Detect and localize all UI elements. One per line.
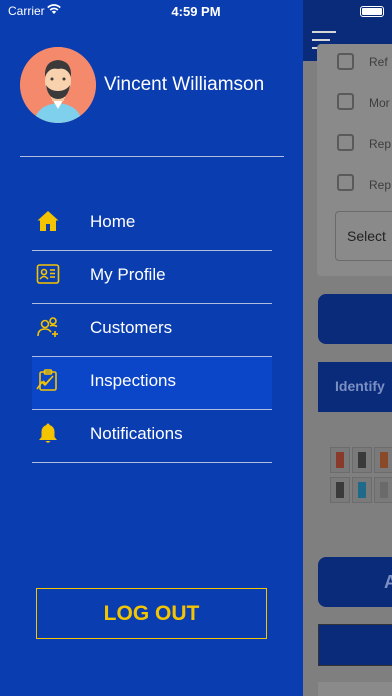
background-bottom-card bbox=[318, 682, 392, 696]
menu-item-customers[interactable]: Customers bbox=[32, 304, 272, 357]
status-bar: Carrier 4:59 PM bbox=[0, 0, 392, 22]
user-avatar-icon bbox=[20, 47, 96, 123]
menu-item-home[interactable]: Home bbox=[32, 198, 272, 251]
menu-item-label: Home bbox=[90, 212, 136, 231]
background-big-button-label: A bbox=[384, 572, 392, 592]
background-photo-grid bbox=[326, 447, 392, 503]
menu-item-label: Notifications bbox=[90, 424, 183, 443]
customers-icon bbox=[37, 317, 58, 337]
clock: 4:59 PM bbox=[171, 4, 221, 19]
menu-item-notifications[interactable]: Notifications bbox=[32, 410, 272, 463]
menu-item-my-profile[interactable]: My Profile bbox=[32, 251, 272, 304]
background-checkbox[interactable] bbox=[337, 93, 354, 110]
profile-card-icon bbox=[36, 264, 60, 284]
background-checkbox-label: Ref bbox=[369, 55, 388, 69]
inspections-icon bbox=[36, 369, 57, 391]
background-button[interactable] bbox=[318, 294, 392, 344]
battery-icon bbox=[360, 6, 384, 17]
user-name: Vincent Williamson bbox=[104, 74, 265, 95]
background-bar bbox=[318, 624, 392, 666]
background-big-button[interactable] bbox=[318, 557, 392, 607]
home-icon bbox=[37, 211, 59, 231]
background-checkbox-label: Rep bbox=[369, 178, 392, 192]
menu-item-label: Customers bbox=[90, 318, 173, 337]
logout-button[interactable]: LOG OUT bbox=[36, 588, 267, 639]
divider bbox=[20, 156, 284, 157]
bell-icon bbox=[39, 423, 57, 443]
background-section-label: Identify bbox=[335, 378, 385, 394]
menu-item-inspections[interactable]: Inspections bbox=[32, 357, 272, 410]
background-checkbox[interactable] bbox=[337, 174, 354, 191]
menu-item-label: Inspections bbox=[90, 371, 176, 390]
background-checkbox[interactable] bbox=[337, 53, 354, 70]
menu-item-label: My Profile bbox=[90, 265, 166, 284]
background-checkbox[interactable] bbox=[337, 134, 354, 151]
drawer-menu: Home My Profile Customers Inspections No… bbox=[32, 198, 272, 463]
background-select-label: Select bbox=[347, 228, 386, 244]
background-checkbox-label: Rep bbox=[369, 137, 392, 151]
background-checkbox-label: Mor bbox=[369, 96, 390, 110]
avatar bbox=[20, 47, 96, 123]
navigation-drawer: Vincent Williamson Home My Profile Custo… bbox=[0, 0, 303, 696]
